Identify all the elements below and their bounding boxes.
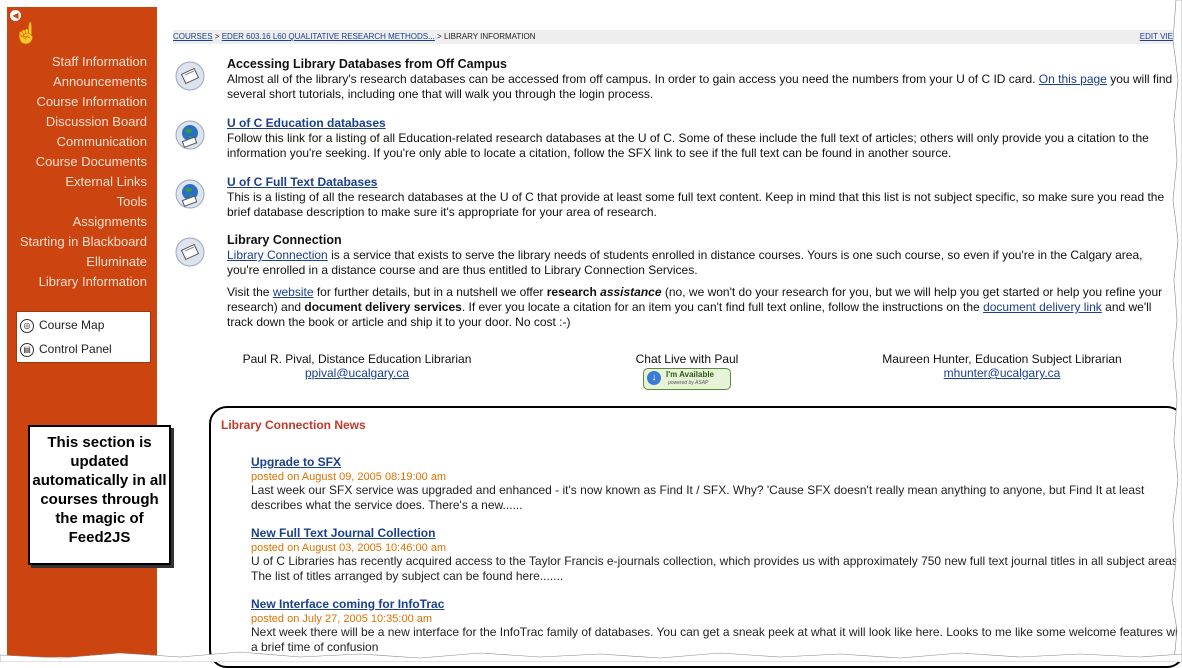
document-delivery-bold: document delivery services — [304, 300, 462, 314]
nav-external-links[interactable]: External Links — [7, 172, 147, 192]
email-link[interactable]: mhunter@ucalgary.ca — [944, 366, 1061, 380]
document-delivery-link[interactable]: document delivery link — [983, 300, 1102, 314]
full-text-databases-link[interactable]: U of C Full Text Databases — [227, 175, 377, 189]
document-icon — [175, 237, 205, 267]
item-title: Library Connection — [227, 233, 342, 247]
download-arrow-icon: ↓ — [647, 371, 661, 385]
news-body: Last week our SFX service was upgraded a… — [251, 483, 1145, 512]
course-tools-box: ◎ Course Map ▤ Control Panel — [16, 311, 151, 363]
librarian-contacts: Paul R. Pival, Distance Education Librar… — [157, 352, 1175, 392]
news-date: posted on July 27, 2005 10:35:00 am — [251, 613, 433, 625]
badge-status: I'm Available — [666, 370, 714, 379]
nav-assignments[interactable]: Assignments — [7, 212, 147, 232]
library-connection-link[interactable]: Library Connection — [227, 248, 328, 262]
contact-name: Paul R. Pival, Distance Education Librar… — [242, 352, 472, 366]
item-text: . If ever you locate a citation for an i… — [461, 300, 980, 314]
news-item: New Interface coming for InfoTrac posted… — [251, 595, 1182, 655]
news-title: Library Connection News — [221, 418, 366, 432]
im-available-badge[interactable]: ↓ I'm Available powered by ASAP — [643, 368, 731, 390]
torn-edge-bottom — [0, 651, 1182, 662]
news-body: U of C Libraries has recently acquired a… — [251, 554, 1182, 583]
contact-hunter: Maureen Hunter, Education Subject Librar… — [857, 352, 1147, 380]
globe-link-icon — [175, 179, 205, 209]
nav-library-information[interactable]: Library Information — [7, 272, 147, 292]
news-headline-link[interactable]: New Full Text Journal Collection — [251, 526, 435, 540]
news-item: New Full Text Journal Collection posted … — [251, 524, 1182, 584]
item-description: is a service that exists to serve the li… — [227, 248, 1143, 277]
nav-course-information[interactable]: Course Information — [7, 92, 147, 112]
item-title: Accessing Library Databases from Off Cam… — [227, 57, 507, 71]
library-news-feed: Library Connection News Upgrade to SFX p… — [209, 406, 1182, 668]
on-this-page-link[interactable]: On this page — [1039, 72, 1107, 86]
edit-view-link[interactable]: EDIT VIE — [1140, 30, 1173, 44]
contact-pival: Paul R. Pival, Distance Education Librar… — [227, 352, 487, 380]
news-date: posted on August 03, 2005 10:46:00 am — [251, 542, 447, 554]
breadcrumb-current: > LIBRARY INFORMATION — [437, 32, 536, 41]
news-item: Upgrade to SFX posted on August 09, 2005… — [251, 453, 1182, 513]
chat-label: Chat Live with Paul — [635, 352, 739, 366]
item-text: Visit the — [227, 285, 270, 299]
breadcrumb-courses[interactable]: COURSES — [173, 32, 213, 41]
nav-course-documents[interactable]: Course Documents — [7, 152, 147, 172]
assistance-bold: assistance — [600, 285, 662, 299]
document-icon — [175, 61, 205, 91]
main-content: COURSES > EDER 603.16 L60 QUALITATIVE RE… — [157, 7, 1182, 668]
course-map-label: Course Map — [39, 318, 105, 332]
contact-name: Maureen Hunter, Education Subject Librar… — [882, 352, 1122, 366]
news-date: posted on August 09, 2005 08:19:00 am — [251, 471, 447, 483]
course-map-link[interactable]: ◎ Course Map — [17, 314, 150, 336]
annotation-callout: This section is updated automatically in… — [28, 425, 171, 565]
research-bold: research — [546, 285, 597, 299]
breadcrumb-course[interactable]: EDER 603.16 L60 QUALITATIVE RESEARCH MET… — [222, 32, 435, 41]
item-description: Follow this link for a listing of all Ed… — [227, 131, 1149, 160]
item-description: Almost all of the library's research dat… — [227, 72, 1036, 86]
torn-edge-right — [1171, 0, 1182, 662]
nav-elluminate[interactable]: Elluminate — [7, 252, 147, 272]
chat-live: Chat Live with Paul ↓ I'm Available powe… — [617, 352, 757, 393]
breadcrumb: COURSES > EDER 603.16 L60 QUALITATIVE RE… — [173, 30, 1173, 44]
education-databases-link[interactable]: U of C Education databases — [227, 116, 386, 130]
course-nav: Staff Information Announcements Course I… — [7, 52, 147, 292]
item-text: for further details, but in a nutshell w… — [316, 285, 544, 299]
news-headline-link[interactable]: New Interface coming for InfoTrac — [251, 597, 444, 611]
nav-announcements[interactable]: Announcements — [7, 72, 147, 92]
nav-staff-information[interactable]: Staff Information — [7, 52, 147, 72]
nav-communication[interactable]: Communication — [7, 132, 147, 152]
breadcrumb-separator: > — [214, 32, 220, 41]
email-link[interactable]: ppival@ucalgary.ca — [305, 366, 409, 380]
badge-powered: powered by ASAP — [668, 380, 709, 386]
globe-link-icon — [175, 120, 205, 150]
control-panel-icon: ▤ — [20, 342, 34, 357]
course-map-icon: ◎ — [20, 318, 34, 333]
control-panel-label: Control Panel — [39, 342, 112, 356]
control-panel-link[interactable]: ▤ Control Panel — [17, 338, 150, 360]
collapse-menu-icon[interactable]: ◀ — [10, 10, 21, 21]
nav-tools[interactable]: Tools — [7, 192, 147, 212]
nav-discussion-board[interactable]: Discussion Board — [7, 112, 147, 132]
nav-starting-in-blackboard[interactable]: Starting in Blackboard — [7, 234, 147, 250]
item-description: This is a listing of all the research da… — [227, 190, 1165, 219]
news-headline-link[interactable]: Upgrade to SFX — [251, 455, 341, 469]
website-link[interactable]: website — [273, 285, 314, 299]
hand-cursor-icon: ☝ — [14, 23, 39, 45]
